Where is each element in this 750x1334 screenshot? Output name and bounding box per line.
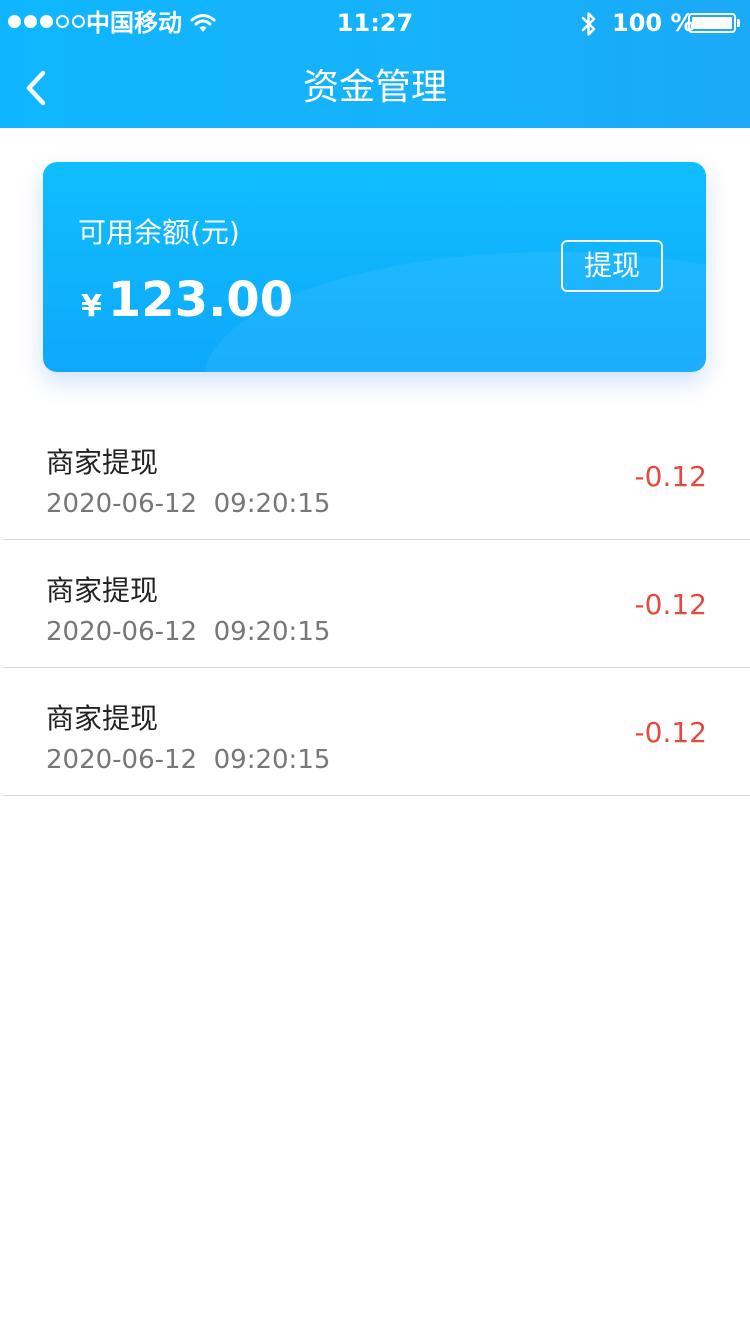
page-title: 资金管理 xyxy=(302,67,447,108)
transaction-time: 2020-06-12 09:20:15 xyxy=(46,617,331,647)
battery-fill xyxy=(692,17,732,29)
currency-symbol: ¥ xyxy=(81,289,102,324)
status-bar: 中国移动 11:27 100 % xyxy=(0,0,750,48)
transaction-item[interactable]: 商家提现 2020-06-12 09:20:15 -0.12 xyxy=(3,412,750,540)
battery-cap xyxy=(737,19,740,27)
transaction-time: 2020-06-12 09:20:15 xyxy=(46,745,331,775)
balance-value: 123.00 xyxy=(107,272,294,328)
transaction-item[interactable]: 商家提现 2020-06-12 09:20:15 -0.12 xyxy=(3,668,750,796)
bluetooth-icon xyxy=(580,10,598,38)
transaction-title: 商家提现 xyxy=(46,574,159,607)
transaction-list: 商家提现 2020-06-12 09:20:15 -0.12 商家提现 2020… xyxy=(0,412,750,796)
nav-bar: 资金管理 xyxy=(0,48,750,128)
transaction-amount: -0.12 xyxy=(634,716,707,749)
withdraw-button[interactable]: 提现 xyxy=(561,240,663,292)
transaction-amount: -0.12 xyxy=(634,460,707,493)
battery-percentage: 100 % xyxy=(612,9,695,37)
balance-card: 可用余额(元) ¥ 123.00 提现 xyxy=(43,162,706,372)
balance-amount: ¥ 123.00 xyxy=(81,272,293,328)
app-header: 中国移动 11:27 100 % 资金管理 xyxy=(0,0,750,128)
transaction-amount: -0.12 xyxy=(634,588,707,621)
transaction-time: 2020-06-12 09:20:15 xyxy=(46,489,331,519)
battery-icon xyxy=(688,13,736,33)
balance-label: 可用余额(元) xyxy=(78,216,240,249)
transaction-title: 商家提现 xyxy=(46,702,159,735)
transaction-item[interactable]: 商家提现 2020-06-12 09:20:15 -0.12 xyxy=(3,540,750,668)
transaction-title: 商家提现 xyxy=(46,446,159,479)
